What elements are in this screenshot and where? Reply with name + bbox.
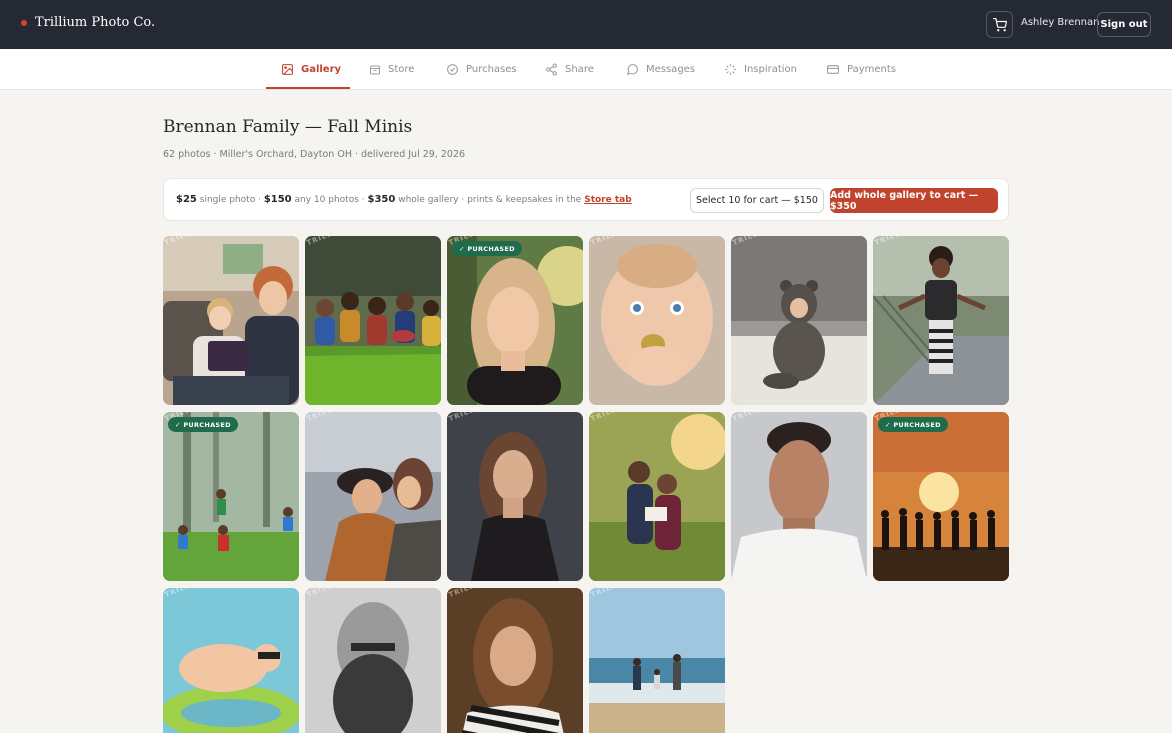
purchased-badge: ✓ PURCHASED	[452, 241, 522, 256]
photo-tile[interactable]: © TRILLIUM PHOTO CO.	[163, 236, 299, 405]
select-10-button[interactable]: Select 10 for cart — $150	[690, 188, 824, 213]
page-title: Brennan Family — Fall Minis	[163, 117, 413, 137]
cart-button[interactable]	[986, 11, 1013, 38]
tab-gallery[interactable]: Gallery	[281, 49, 341, 90]
purchased-label: PURCHASED	[183, 420, 231, 429]
tab-label: Store	[388, 64, 415, 75]
photo-tile[interactable]: © TRILLIUM PHOTO CO.	[305, 588, 441, 733]
message-icon	[626, 64, 638, 76]
gallery-label: whole gallery · prints & keepsakes in th…	[398, 195, 582, 205]
tab-share[interactable]: Share	[545, 49, 594, 90]
page-subtitle: 62 photos · Miller's Orchard, Dayton OH …	[163, 149, 466, 160]
add-whole-gallery-button[interactable]: Add whole gallery to cart — $350	[830, 188, 998, 213]
photo-tile[interactable]: © TRILLIUM PHOTO CO.	[589, 588, 725, 733]
brand[interactable]: Trillium Photo Co.	[21, 15, 155, 30]
tab-inspiration[interactable]: Inspiration	[724, 49, 797, 90]
pricing-summary: $25 single photo · $150 any 10 photos · …	[176, 194, 632, 205]
photo-tile[interactable]: © TRILLIUM PHOTO CO.	[731, 412, 867, 581]
photo-beach-family	[589, 588, 725, 733]
tab-label: Messages	[646, 64, 696, 75]
store-icon	[370, 65, 380, 74]
photo-tile[interactable]: © TRILLIUM PHOTO CO.	[731, 236, 867, 405]
photo-girl-bridge	[873, 236, 1009, 405]
active-tab-indicator	[266, 87, 350, 89]
tab-purchases[interactable]: Purchases	[446, 49, 517, 90]
photo-sunset-silhouettes	[873, 412, 1009, 581]
photo-tile[interactable]: © TRILLIUM PHOTO CO. ✓ PURCHASED	[163, 412, 299, 581]
top-bar: Trillium Photo Co. Ashley Brennan Sign o…	[0, 0, 1172, 49]
photo-kids-forest	[163, 412, 299, 581]
check-icon: ✓	[175, 420, 184, 429]
photo-family-tablet	[163, 236, 299, 405]
photo-toddler-bear-suit	[731, 236, 867, 405]
brand-dot-icon	[21, 19, 27, 26]
tab-label: Purchases	[466, 64, 517, 75]
purchased-badge: ✓ PURCHASED	[878, 417, 948, 432]
photo-tile[interactable]: © TRILLIUM PHOTO CO. ✓ PURCHASED	[873, 412, 1009, 581]
check-icon: ✓	[459, 244, 468, 253]
tab-label: Share	[565, 64, 594, 75]
photo-baby-pool	[163, 588, 299, 733]
photo-woman-dark	[447, 412, 583, 581]
photo-tile[interactable]: © TRILLIUM PHOTO CO.	[447, 588, 583, 733]
photo-kids-reading	[589, 412, 725, 581]
photo-woman-portrait	[447, 236, 583, 405]
tab-label: Inspiration	[744, 64, 798, 75]
nav-tabs: Gallery Store Purchases Share Messages I…	[0, 49, 1172, 90]
photo-tile[interactable]: © TRILLIUM PHOTO CO.	[873, 236, 1009, 405]
photo-tile[interactable]: © TRILLIUM PHOTO CO.	[589, 236, 725, 405]
share-icon	[546, 63, 557, 76]
single-price: $25	[176, 194, 197, 205]
photo-women-laughing	[305, 412, 441, 581]
photo-tile[interactable]: © TRILLIUM PHOTO CO.	[163, 588, 299, 733]
ten-price: $150	[263, 194, 292, 205]
tab-label: Gallery	[301, 64, 342, 75]
photo-baby-closeup	[589, 236, 725, 405]
cart-icon	[992, 17, 1007, 31]
tab-label: Payments	[847, 64, 896, 75]
check-circle-icon	[447, 64, 458, 75]
purchased-label: PURCHASED	[467, 244, 515, 253]
photo-tile[interactable]: © TRILLIUM PHOTO CO.	[447, 412, 583, 581]
ten-label: any 10 photos ·	[294, 195, 365, 205]
purchased-label: PURCHASED	[893, 420, 941, 429]
photo-tile[interactable]: © TRILLIUM PHOTO CO.	[305, 236, 441, 405]
check-icon: ✓	[885, 420, 894, 429]
photo-man-smiling	[731, 412, 867, 581]
photo-woman-striped	[447, 588, 583, 733]
gallery-price: $350	[367, 194, 396, 205]
photo-tile[interactable]: © TRILLIUM PHOTO CO. ✓ PURCHASED	[447, 236, 583, 405]
purchased-badge: ✓ PURCHASED	[168, 417, 238, 432]
pricing-bar: $25 single photo · $150 any 10 photos · …	[163, 178, 1009, 221]
photo-tile[interactable]: © TRILLIUM PHOTO CO.	[305, 412, 441, 581]
brand-name: Trillium Photo Co.	[35, 15, 156, 30]
single-label: single photo ·	[199, 195, 261, 205]
image-icon	[282, 64, 293, 75]
signout-button[interactable]: Sign out	[1097, 12, 1151, 37]
user-name: Ashley Brennan	[1021, 17, 1100, 28]
store-tab-link[interactable]: Store tab	[584, 195, 631, 205]
tab-store[interactable]: Store	[369, 49, 414, 90]
tab-payments[interactable]: Payments	[826, 49, 896, 90]
photo-kids-grass	[305, 236, 441, 405]
sparkle-icon	[725, 64, 736, 75]
photo-tile[interactable]: © TRILLIUM PHOTO CO.	[589, 412, 725, 581]
photo-bearded-man	[305, 588, 441, 733]
card-icon	[827, 65, 839, 74]
tab-messages[interactable]: Messages	[626, 49, 695, 90]
